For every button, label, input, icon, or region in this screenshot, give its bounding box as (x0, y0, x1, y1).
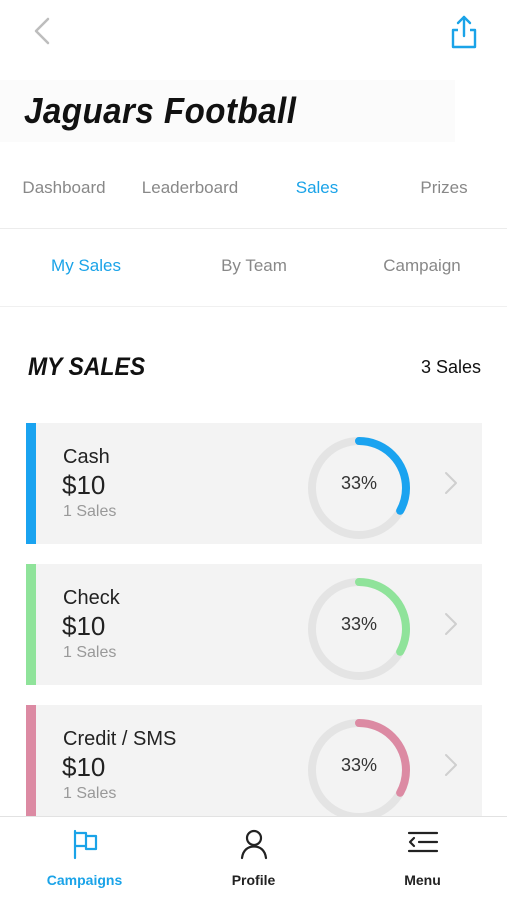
nav-label: Profile (231, 872, 276, 888)
card-color-bar (26, 423, 36, 544)
card-color-bar (26, 564, 36, 685)
share-button[interactable] (448, 14, 480, 50)
bottom-nav: Campaigns Profile Menu (0, 816, 507, 900)
card-amount: $10 (62, 470, 106, 500)
card-name: Check (63, 587, 120, 609)
chevron-right-icon (445, 613, 457, 635)
tab-dashboard[interactable]: Dashboard (22, 178, 105, 198)
card-amount: $10 (62, 752, 106, 782)
card-amount: $10 (62, 611, 106, 641)
card-count: 1 Sales (63, 644, 117, 661)
divider (0, 306, 507, 307)
nav-label: Menu (404, 872, 441, 888)
tab-leaderboard[interactable]: Leaderboard (142, 178, 238, 198)
chevron-right-icon (445, 472, 457, 494)
chevron-right-icon (445, 754, 457, 776)
card-name: Cash (63, 446, 110, 468)
sub-tabs: My Sales By Team Campaign (0, 248, 507, 288)
tab-prizes[interactable]: Prizes (420, 178, 467, 198)
flag-icon (73, 829, 97, 860)
subtab-campaign[interactable]: Campaign (383, 256, 461, 276)
card-count: 1 Sales (63, 503, 117, 520)
chevron-left-icon (34, 17, 50, 45)
percent-label: 33% (340, 755, 378, 775)
sales-card-check[interactable]: Check $10 1 Sales 33% (26, 564, 482, 685)
percent-label: 33% (340, 614, 378, 634)
nav-campaigns[interactable]: Campaigns (0, 817, 169, 900)
subtab-my-sales[interactable]: My Sales (51, 256, 121, 276)
sales-card-credit-sms[interactable]: Credit / SMS $10 1 Sales 33% (26, 705, 482, 826)
page-title: Jaguars Football (24, 90, 297, 131)
nav-label: Campaigns (46, 872, 123, 888)
percent-label: 33% (340, 473, 378, 493)
nav-profile[interactable]: Profile (169, 817, 338, 900)
user-icon (240, 829, 267, 860)
top-bar (0, 0, 507, 64)
divider (0, 228, 507, 229)
subtab-by-team[interactable]: By Team (221, 256, 287, 276)
nav-menu[interactable]: Menu (338, 817, 507, 900)
sales-count: 3 Sales (420, 357, 481, 377)
card-name: Credit / SMS (63, 728, 177, 750)
menu-icon (407, 831, 438, 853)
sales-card-cash[interactable]: Cash $10 1 Sales 33% (26, 423, 482, 544)
tab-sales[interactable]: Sales (296, 178, 339, 198)
main-tabs: Dashboard Leaderboard Sales Prizes (0, 170, 507, 210)
share-icon (451, 15, 477, 49)
section-title: MY SALES (28, 353, 146, 381)
back-button[interactable] (28, 14, 58, 48)
card-count: 1 Sales (63, 785, 117, 802)
card-color-bar (26, 705, 36, 826)
